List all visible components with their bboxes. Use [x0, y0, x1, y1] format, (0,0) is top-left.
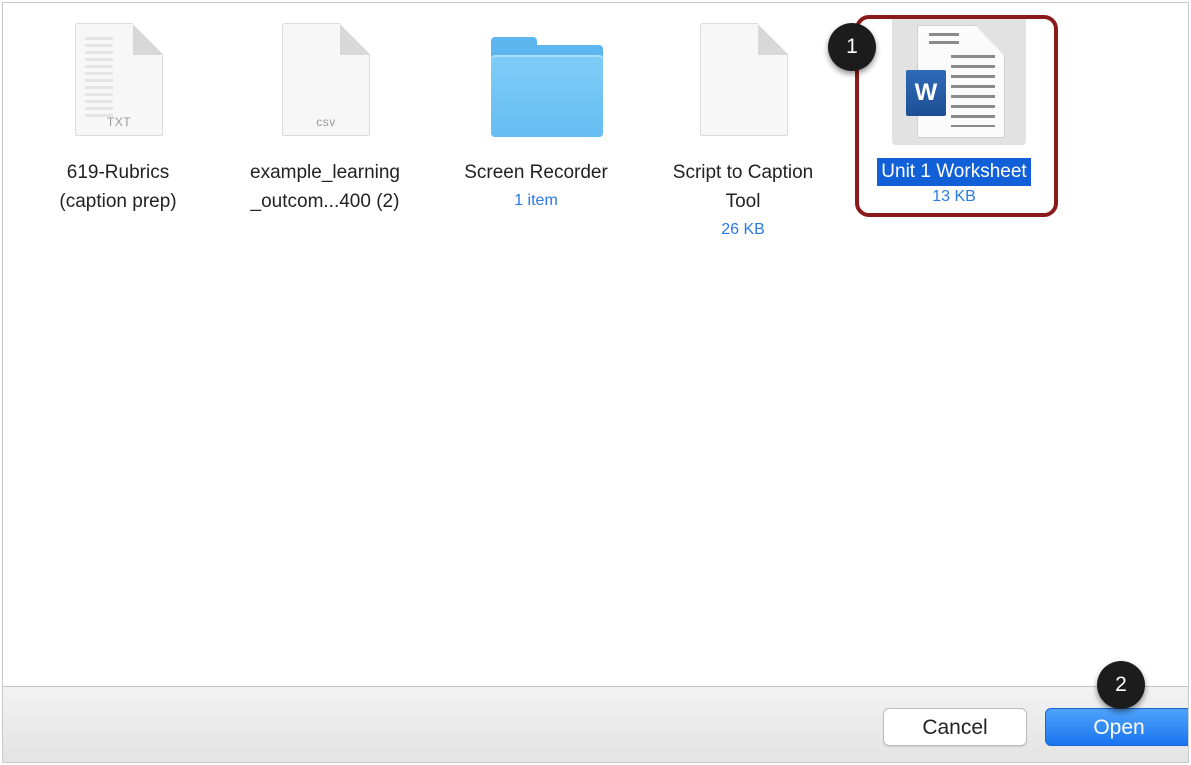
open-button[interactable]: Open	[1045, 708, 1188, 746]
file-name: example_learning _outcom...400 (2)	[250, 162, 400, 212]
file-grid: TXT 619-Rubrics (caption prep) csv examp…	[3, 3, 1188, 686]
file-name: Script to Caption Tool	[672, 162, 814, 212]
csv-label: csv	[316, 115, 336, 129]
cancel-button[interactable]: Cancel	[883, 708, 1027, 746]
file-item-script-to-caption-tool[interactable]: Script to Caption Tool 26 KB	[648, 15, 838, 241]
csv-file-icon: csv	[230, 15, 420, 150]
folder-icon	[441, 15, 631, 150]
file-item-screen-recorder[interactable]: Screen Recorder 1 item	[441, 15, 631, 212]
document-icon	[648, 15, 838, 150]
file-name: Screen Recorder	[464, 162, 608, 183]
dialog-button-bar: Cancel Open	[3, 686, 1188, 762]
callout-1: 1	[828, 23, 876, 71]
file-size: 26 KB	[721, 221, 765, 238]
file-open-dialog: TXT 619-Rubrics (caption prep) csv examp…	[2, 2, 1189, 763]
selection-highlight-box	[855, 15, 1058, 217]
file-item-count: 1 item	[514, 192, 558, 209]
callout-2: 2	[1097, 661, 1145, 709]
file-item-619-rubrics[interactable]: TXT 619-Rubrics (caption prep)	[23, 15, 213, 216]
txt-file-icon: TXT	[23, 15, 213, 150]
txt-label: TXT	[106, 115, 132, 129]
file-name: 619-Rubrics (caption prep)	[59, 162, 177, 212]
file-item-example-learning-outcomes[interactable]: csv example_learning _outcom...400 (2)	[230, 15, 420, 216]
